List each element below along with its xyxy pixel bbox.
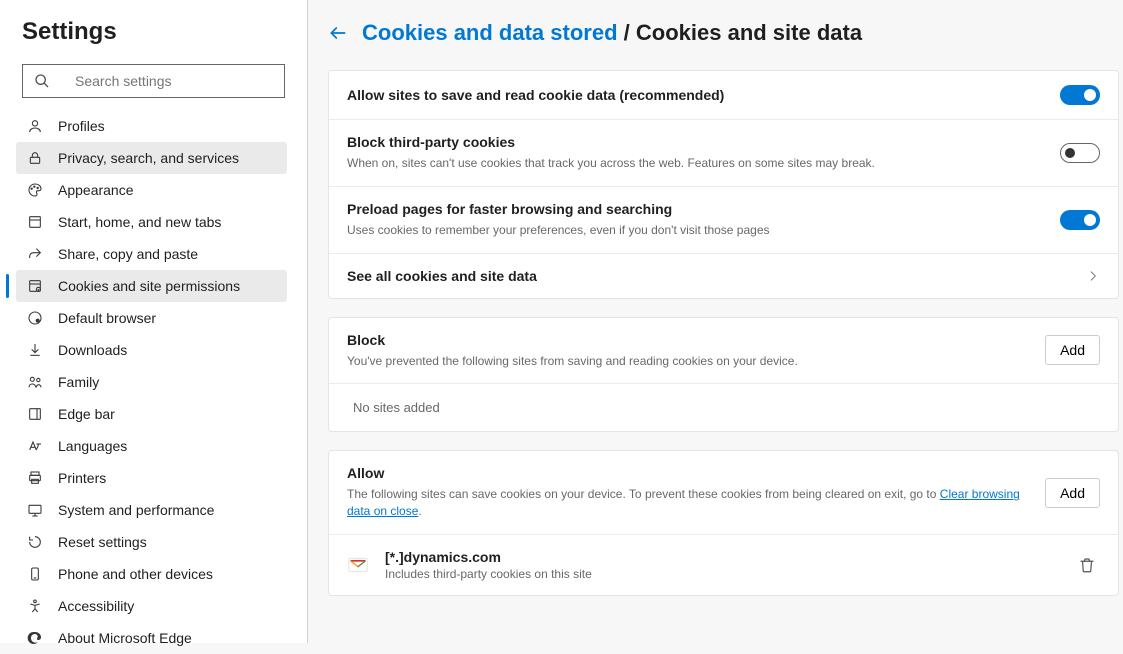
search-input[interactable] <box>75 73 274 89</box>
sidebar-item-label: Phone and other devices <box>58 566 213 582</box>
sidebar-item-label: Reset settings <box>58 534 147 550</box>
sidebar-item-languages[interactable]: Languages <box>16 430 287 462</box>
allow-card: Allow The following sites can save cooki… <box>328 450 1119 596</box>
lock-icon <box>26 149 44 167</box>
allow-add-button[interactable]: Add <box>1045 478 1100 508</box>
sidebar-item-label: About Microsoft Edge <box>58 630 192 646</box>
home-icon <box>26 213 44 231</box>
cookies-icon <box>26 277 44 295</box>
sidebar-item-about[interactable]: About Microsoft Edge <box>16 622 287 654</box>
sidebar-item-system[interactable]: System and performance <box>16 494 287 526</box>
block-third-desc: When on, sites can't use cookies that tr… <box>347 155 1060 172</box>
cookie-settings-card: Allow sites to save and read cookie data… <box>328 70 1119 299</box>
reset-icon <box>26 533 44 551</box>
allow-cookies-toggle[interactable] <box>1060 85 1100 105</box>
sidebar-item-accessibility[interactable]: Accessibility <box>16 590 287 622</box>
sidebar-item-reset[interactable]: Reset settings <box>16 526 287 558</box>
main-content: Cookies and data stored / Cookies and si… <box>308 0 1123 643</box>
sidebar-item-lock[interactable]: Privacy, search, and services <box>16 142 287 174</box>
nav-list: Profiles Privacy, search, and services App… <box>0 110 307 654</box>
preload-desc: Uses cookies to remember your preference… <box>347 222 1060 239</box>
see-all-title: See all cookies and site data <box>347 268 1078 284</box>
sidebar-item-label: Accessibility <box>58 598 134 614</box>
browser-icon <box>26 309 44 327</box>
sidebar-item-label: Printers <box>58 470 106 486</box>
languages-icon <box>26 437 44 455</box>
breadcrumb-current: Cookies and site data <box>636 20 862 45</box>
sidebar-item-home[interactable]: Start, home, and new tabs <box>16 206 287 238</box>
block-add-button[interactable]: Add <box>1045 335 1100 365</box>
sidebar-item-label: Privacy, search, and services <box>58 150 239 166</box>
breadcrumb: Cookies and data stored / Cookies and si… <box>328 20 1119 46</box>
sidebar-item-label: System and performance <box>58 502 214 518</box>
sidebar-item-browser[interactable]: Default browser <box>16 302 287 334</box>
sidebar-item-label: Cookies and site permissions <box>58 278 240 294</box>
accessibility-icon <box>26 597 44 615</box>
sidebar-item-label: Languages <box>58 438 127 454</box>
block-title: Block <box>347 332 1045 348</box>
edgebar-icon <box>26 405 44 423</box>
sidebar-item-edgebar[interactable]: Edge bar <box>16 398 287 430</box>
allow-desc: The following sites can save cookies on … <box>347 486 1045 520</box>
sidebar-item-family[interactable]: Family <box>16 366 287 398</box>
sidebar-item-profile[interactable]: Profiles <box>16 110 287 142</box>
allow-title: Allow <box>347 465 1045 481</box>
block-third-toggle[interactable] <box>1060 143 1100 163</box>
preload-toggle[interactable] <box>1060 210 1100 230</box>
breadcrumb-parent[interactable]: Cookies and data stored <box>362 20 618 45</box>
preload-row: Preload pages for faster browsing and se… <box>329 187 1118 254</box>
sidebar-item-label: Downloads <box>58 342 127 358</box>
allow-cookies-row: Allow sites to save and read cookie data… <box>329 71 1118 120</box>
appearance-icon <box>26 181 44 199</box>
download-icon <box>26 341 44 359</box>
sidebar-item-label: Family <box>58 374 99 390</box>
back-arrow-icon[interactable] <box>328 23 348 43</box>
sidebar-item-label: Share, copy and paste <box>58 246 198 262</box>
about-icon <box>26 629 44 647</box>
settings-title: Settings <box>22 18 307 46</box>
printer-icon <box>26 469 44 487</box>
site-note: Includes third-party cookies on this sit… <box>385 567 1074 581</box>
share-icon <box>26 245 44 263</box>
block-empty: No sites added <box>329 384 1118 431</box>
delete-icon[interactable] <box>1074 552 1100 578</box>
sidebar-item-label: Profiles <box>58 118 105 134</box>
allow-header: Allow The following sites can save cooki… <box>329 451 1118 535</box>
allow-cookies-title: Allow sites to save and read cookie data… <box>347 87 1060 103</box>
see-all-row[interactable]: See all cookies and site data <box>329 254 1118 298</box>
sidebar-item-label: Appearance <box>58 182 134 198</box>
search-box[interactable] <box>22 64 285 98</box>
block-third-title: Block third-party cookies <box>347 134 1060 150</box>
sidebar-item-label: Start, home, and new tabs <box>58 214 221 230</box>
sidebar-item-printer[interactable]: Printers <box>16 462 287 494</box>
chevron-right-icon <box>1086 269 1100 283</box>
block-card: Block You've prevented the following sit… <box>328 317 1119 433</box>
family-icon <box>26 373 44 391</box>
block-desc: You've prevented the following sites fro… <box>347 353 1045 370</box>
sidebar-item-label: Default browser <box>58 310 156 326</box>
search-icon <box>33 72 51 90</box>
block-header: Block You've prevented the following sit… <box>329 318 1118 385</box>
sidebar-item-download[interactable]: Downloads <box>16 334 287 366</box>
site-url: [*.]dynamics.com <box>385 549 1074 565</box>
sidebar-item-cookies[interactable]: Cookies and site permissions <box>16 270 287 302</box>
sidebar: Settings Profiles Privacy, search, and se… <box>0 0 308 643</box>
sidebar-item-share[interactable]: Share, copy and paste <box>16 238 287 270</box>
preload-title: Preload pages for faster browsing and se… <box>347 201 1060 217</box>
site-favicon <box>347 554 369 576</box>
breadcrumb-sep: / <box>624 20 636 45</box>
phone-icon <box>26 565 44 583</box>
sidebar-item-phone[interactable]: Phone and other devices <box>16 558 287 590</box>
system-icon <box>26 501 44 519</box>
sidebar-item-label: Edge bar <box>58 406 115 422</box>
profile-icon <box>26 117 44 135</box>
block-third-row: Block third-party cookies When on, sites… <box>329 120 1118 187</box>
allow-site-row: [*.]dynamics.com Includes third-party co… <box>329 535 1118 595</box>
sidebar-item-appearance[interactable]: Appearance <box>16 174 287 206</box>
